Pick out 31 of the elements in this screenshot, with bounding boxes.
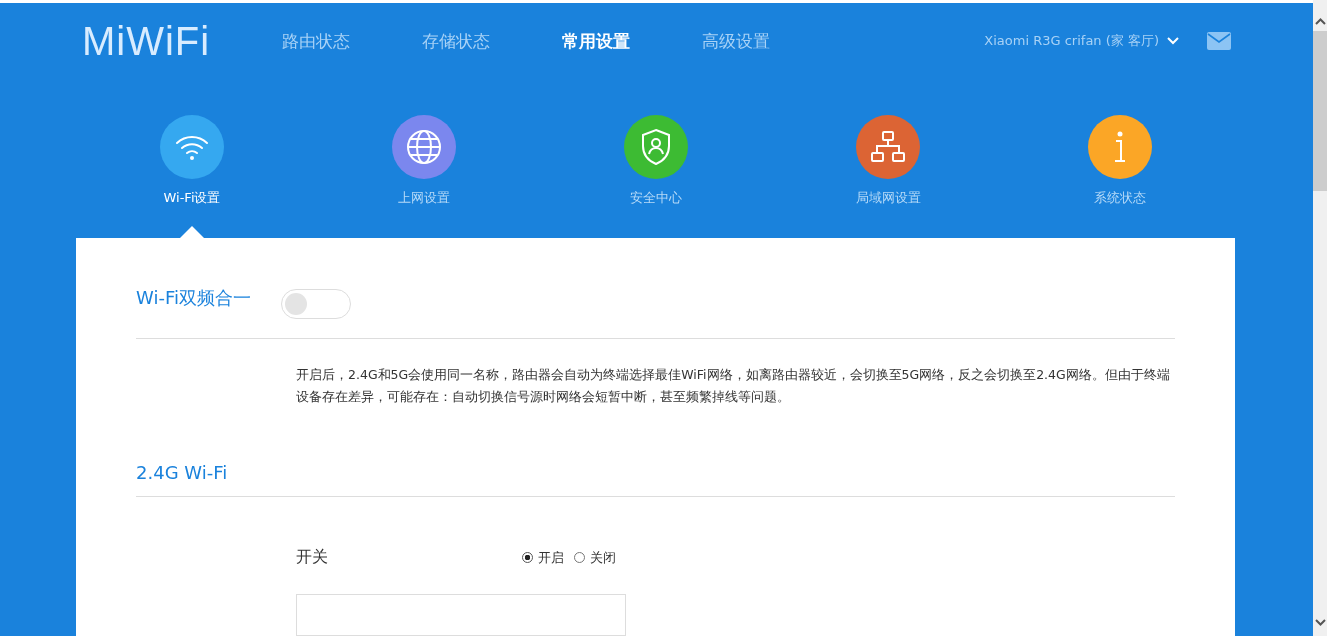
scroll-down-icon [1314, 619, 1326, 626]
device-selector[interactable]: Xiaomi R3G crifan (家 客厅) [984, 32, 1179, 50]
feature-item[interactable]: 上网设置 [340, 115, 508, 238]
logo: MiWiFi [82, 18, 212, 64]
nav-tab[interactable]: 路由状态 [282, 29, 350, 53]
feature-item[interactable]: 系统状态 [1036, 115, 1204, 238]
section-title: 2.4G Wi-Fi [136, 461, 228, 483]
nav-tab[interactable]: 存储状态 [422, 29, 490, 53]
input-field[interactable] [296, 594, 626, 636]
nav-tab[interactable]: 高级设置 [702, 29, 770, 53]
radio-option[interactable]: 关闭 [574, 548, 616, 567]
field-label: 开关 [296, 547, 329, 568]
info-icon [1113, 131, 1127, 163]
radio-label: 关闭 [590, 548, 616, 567]
scroll-up-icon [1314, 18, 1326, 25]
radio-button[interactable] [522, 552, 533, 563]
globe-icon [406, 129, 442, 165]
mail-icon[interactable] [1207, 32, 1231, 50]
radio-option[interactable]: 开启 [522, 548, 564, 567]
description-text: 开启后，2.4G和5G会使用同一名称，路由器会自动为终端选择最佳WiFi网络，如离路由器较近，会切换至5G网络，反之会切换至2.4G网络。但由于终端设备存在差异，可能存在：自动切换信号源时网络会短暂中断，甚至频繁掉线等问题。 [296, 366, 1171, 406]
toggle-switch[interactable] [280, 289, 351, 319]
chevron-down-icon [1167, 37, 1179, 45]
scrollbar[interactable] [1313, 0, 1327, 636]
nav-tab[interactable]: 常用设置 [562, 29, 630, 53]
feature-item[interactable]: 局域网设置 [804, 115, 972, 238]
wifi-icon [175, 133, 209, 161]
shield-user-icon [640, 128, 672, 166]
feature-item[interactable]: 安全中心 [572, 115, 740, 238]
section-title: Wi-Fi双频合一 [136, 286, 251, 310]
network-icon [871, 131, 905, 163]
radio-label: 开启 [538, 548, 564, 567]
